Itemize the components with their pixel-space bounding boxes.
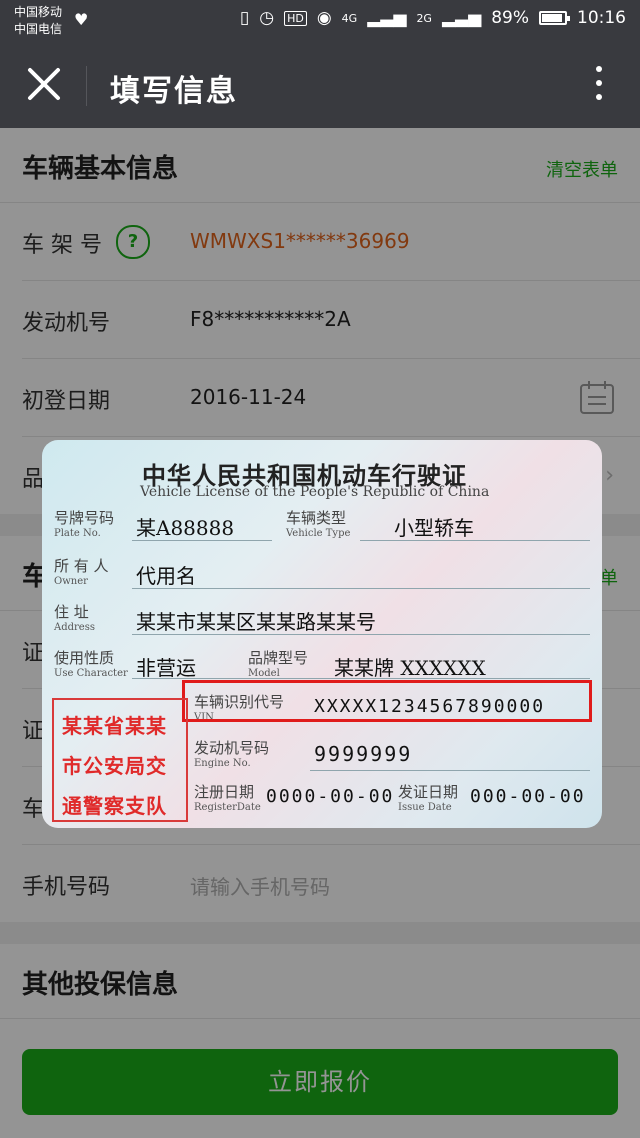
status-icons: ▯ ◷ HD ◉ 4G ▂▃▅ 2G ▂▃▅ 89% 10:16 [240,8,626,28]
owner-value: 代用名 [136,564,196,588]
title-bar: 填写信息 [0,44,640,128]
address-value: 某某市某某区某某路某某号 [136,610,376,634]
issue-field-value: 000-00-00 [470,786,586,807]
plate-label: 号牌号码 Plate No. [54,509,115,539]
battery-percent: 89% [491,8,529,28]
use-label: 使用性质 Use Character [54,649,128,679]
title-divider [86,66,87,106]
type-label: 车辆类型 Vehicle Type [286,509,351,539]
close-icon[interactable] [24,64,64,104]
address-label: 住 址 Address [54,603,95,633]
vin-highlight-box [182,680,592,722]
register-field-value: 0000-00-00 [266,786,395,807]
page-title: 填写信息 [110,74,238,109]
signal-1-icon: ▂▃▅ [367,8,407,28]
model-value: 某某牌 XXXXXX [334,656,486,680]
license-subtitle: Vehicle License of the People's Republic… [140,484,490,500]
alarm-icon: ◷ [259,8,275,28]
engine-field-value: 9999999 [314,742,413,766]
carrier-2: 中国电信 [14,22,63,36]
police-stamp: 某某省某某 市公安局交 通警察支队 [52,698,188,822]
heart-rate-icon: ♥ [74,10,89,29]
type-value: 小型轿车 [394,516,474,540]
plate-value: 某A88888 [136,516,235,540]
app-root: 中国移动 中国电信 ♥ ▯ ◷ HD ◉ 4G ▂▃▅ 2G ▂▃▅ 89% 1… [0,0,640,1138]
more-menu-icon[interactable] [596,66,604,106]
use-value: 非营运 [136,656,196,680]
signal-2-icon: ▂▃▅ [441,8,482,28]
network-1-label: 4G [341,11,358,25]
status-bar: 中国移动 中国电信 ♥ ▯ ◷ HD ◉ 4G ▂▃▅ 2G ▂▃▅ 89% 1… [0,0,640,44]
battery-icon [539,11,570,25]
hd-badge: HD [284,10,307,26]
carrier-info: 中国移动 中国电信 [14,4,62,38]
register-field-label: 注册日期 RegisterDate [194,783,261,813]
engine-field-label: 发动机号码 Engine No. [194,739,270,769]
network-2-label: 2G [416,11,432,25]
owner-label: 所 有 人 Owner [54,557,109,587]
vehicle-license-example[interactable]: 中华人民共和国机动车行驶证 Vehicle License of the Peo… [42,440,602,828]
carrier-1: 中国移动 [14,5,63,19]
issue-field-label: 发证日期 Issue Date [398,783,459,813]
vibrate-icon: ▯ [239,8,250,28]
clock: 10:16 [577,8,626,28]
eye-icon: ◉ [316,8,332,28]
